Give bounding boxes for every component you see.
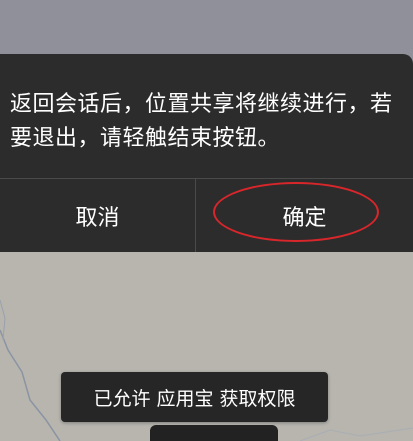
confirm-dialog: 返回会话后，位置共享将继续进行，若要退出，请轻触结束按钮。 取消 确定 xyxy=(0,54,413,252)
dialog-message: 返回会话后，位置共享将继续进行，若要退出，请轻触结束按钮。 xyxy=(10,92,393,151)
bottom-control[interactable] xyxy=(150,425,278,441)
cancel-button[interactable]: 取消 xyxy=(0,179,195,252)
confirm-button[interactable]: 确定 xyxy=(196,179,413,252)
permission-toast: 已允许 应用宝 获取权限 xyxy=(61,372,328,422)
